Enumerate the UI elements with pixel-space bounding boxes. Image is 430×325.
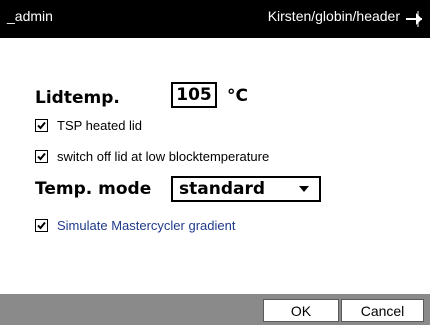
path-label: Kirsten/globin/header	[267, 8, 400, 24]
title-bar: _admin Kirsten/globin/header	[0, 0, 430, 38]
tsp-heated-lid-checkbox[interactable]	[35, 119, 48, 132]
switch-off-lid-option[interactable]: switch off lid at low blocktemperature	[35, 149, 269, 164]
temp-mode-value: standard	[179, 179, 266, 199]
simulate-gradient-option[interactable]: Simulate Mastercycler gradient	[35, 218, 235, 233]
lidtemp-unit: °C	[227, 86, 248, 106]
settings-panel: Lidtemp. 105 °C TSP heated lid switch of…	[0, 38, 430, 294]
cancel-button[interactable]: Cancel	[341, 299, 424, 322]
temp-mode-label: Temp. mode	[35, 179, 152, 199]
ok-button[interactable]: OK	[263, 299, 339, 322]
lidtemp-input[interactable]: 105	[171, 82, 217, 108]
tsp-heated-lid-option[interactable]: TSP heated lid	[35, 118, 142, 133]
user-label: _admin	[7, 8, 53, 24]
check-icon	[37, 121, 46, 130]
chevron-down-icon	[299, 186, 309, 192]
simulate-gradient-checkbox[interactable]	[35, 219, 48, 232]
check-icon	[37, 152, 46, 161]
switch-off-lid-label: switch off lid at low blocktemperature	[57, 149, 270, 164]
temp-mode-select[interactable]: standard	[171, 176, 321, 202]
check-icon	[37, 221, 46, 230]
lidtemp-label: Lidtemp.	[35, 88, 120, 108]
tsp-heated-lid-label: TSP heated lid	[57, 118, 143, 133]
switch-off-lid-checkbox[interactable]	[35, 150, 48, 163]
bottom-bar: OK Cancel	[0, 294, 430, 325]
simulate-gradient-label: Simulate Mastercycler gradient	[57, 218, 236, 233]
navigation-arrow-icon[interactable]	[404, 9, 424, 29]
